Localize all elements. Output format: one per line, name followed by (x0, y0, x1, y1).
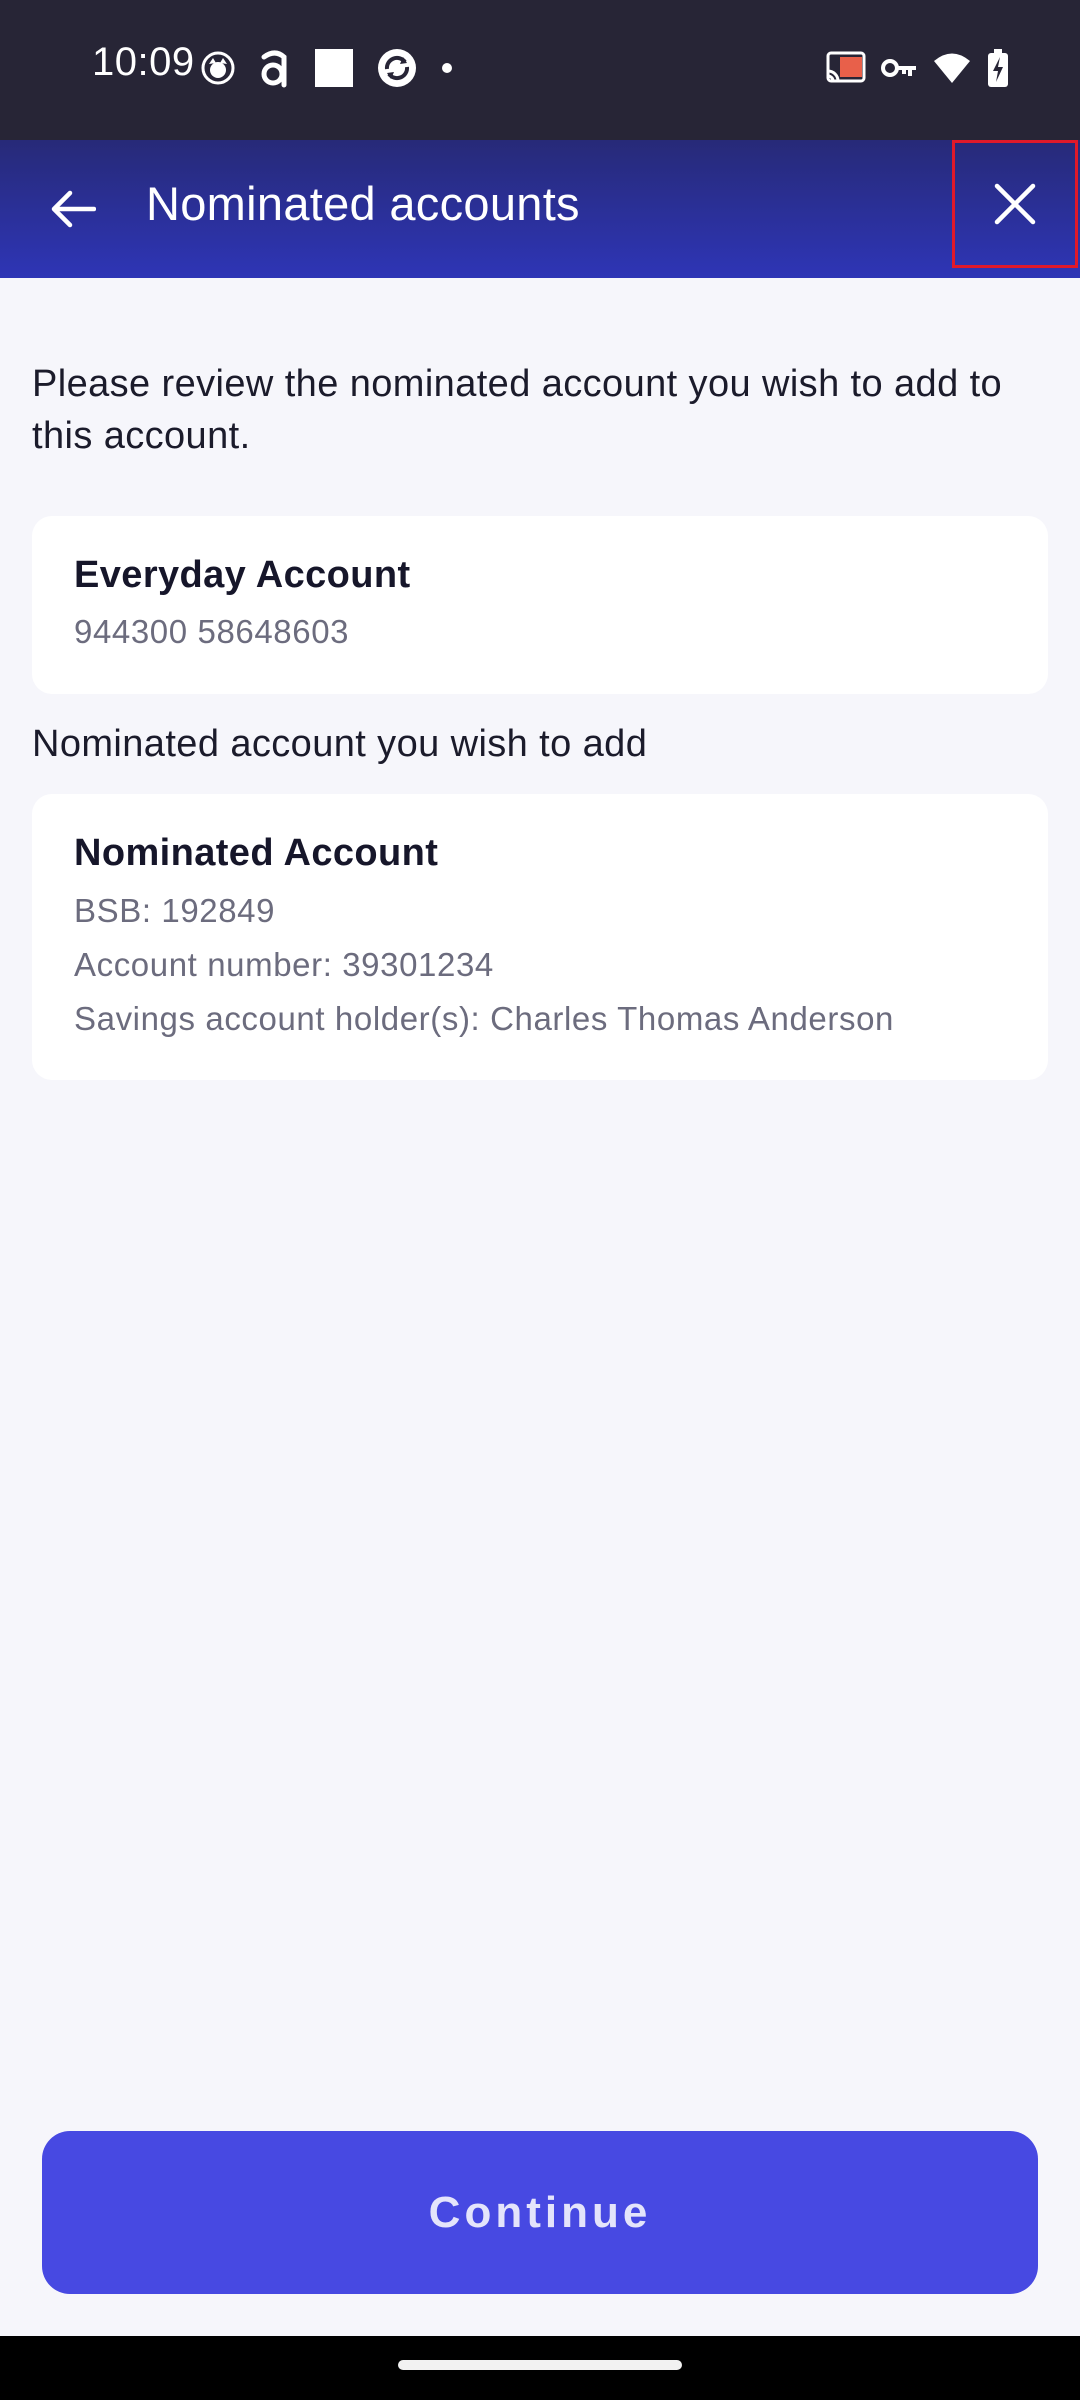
nominated-account-bsb: BSB: 192849 (74, 892, 276, 929)
main-content: Please review the nominated account you … (32, 278, 1048, 1080)
a-logo-icon (258, 47, 292, 89)
status-time: 10:09 (92, 40, 195, 84)
status-bar: 10:09 (0, 0, 1080, 140)
cast-icon (826, 51, 866, 85)
status-notification-icons (200, 44, 454, 92)
white-square-icon (314, 48, 354, 88)
key-icon (880, 55, 918, 81)
home-indicator[interactable] (398, 2360, 682, 2370)
dot-icon (440, 61, 454, 75)
intro-text: Please review the nominated account you … (32, 363, 1003, 457)
continue-button[interactable]: Continue (42, 2131, 1038, 2294)
cat-face-icon (200, 50, 236, 86)
nominated-account-number: Account number: 39301234 (74, 946, 494, 983)
battery-charging-icon (986, 48, 1010, 88)
navigation-bar (0, 2336, 1080, 2400)
nominated-account-holders: Savings account holder(s): Charles Thoma… (74, 1000, 894, 1037)
from-account-number: 944300 58648603 (74, 613, 350, 650)
app-bar: Nominated accounts (0, 140, 1080, 278)
wifi-icon (932, 52, 972, 84)
from-account-name: Everyday Account (74, 554, 411, 596)
nominated-account-name: Nominated Account (74, 832, 439, 874)
page-title: Nominated accounts (146, 177, 580, 230)
circular-arrows-icon (376, 47, 418, 89)
nominated-account-details: BSB: 192849 Account number: 39301234 Sav… (74, 884, 1006, 1046)
arrow-left-icon (50, 189, 96, 229)
nominated-account-card: Nominated Account BSB: 192849 Account nu… (32, 794, 1048, 1080)
back-button[interactable] (30, 169, 116, 249)
section-label: Nominated account you wish to add (32, 723, 648, 765)
status-system-icons (826, 44, 1010, 92)
close-button[interactable] (952, 140, 1078, 268)
from-account-card: Everyday Account 944300 58648603 (32, 516, 1048, 694)
close-icon (993, 182, 1037, 226)
